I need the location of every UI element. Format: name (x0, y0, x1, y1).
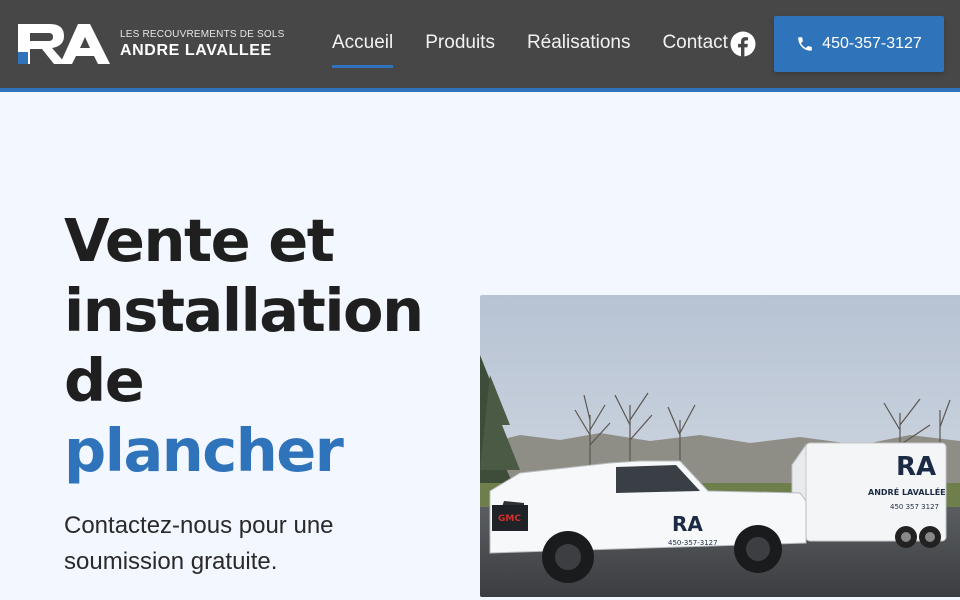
svg-text:GMC: GMC (498, 514, 521, 524)
trailer-phone-text: 450 357 3127 (890, 503, 939, 511)
nav-item-contact[interactable]: Contact (662, 0, 727, 88)
nav-item-realisations[interactable]: Réalisations (527, 0, 631, 88)
site-header: LES RECOUVREMENTS DE SOLS ANDRE LAVALLEE… (0, 0, 960, 88)
phone-number: 450-357-3127 (822, 35, 922, 52)
main-nav: Accueil Produits Réalisations Contact (332, 0, 760, 88)
nav-item-accueil[interactable]: Accueil (332, 0, 394, 88)
svg-text:RA: RA (672, 512, 703, 536)
hero-title-line1: Vente et (64, 206, 335, 275)
hero-photo-truck-trailer: RA ANDRÉ LAVALLÉE 450 357 3127 GMC RA 45… (480, 295, 960, 597)
logo-company-name: ANDRE LAVALLEE (120, 41, 272, 59)
header-accent-line (0, 88, 960, 92)
site-logo[interactable]: LES RECOUVREMENTS DE SOLS ANDRE LAVALLEE (16, 21, 284, 67)
hero-title-line3: de (64, 346, 145, 415)
hero-subtitle: Contactez-nous pour une soumission gratu… (64, 512, 334, 575)
hero-title: Vente et installation de plancher (64, 206, 444, 486)
hero-title-line2: installation (64, 276, 424, 345)
svg-text:RA: RA (896, 452, 936, 482)
nav-item-produits[interactable]: Produits (425, 0, 495, 88)
phone-button[interactable]: 450-357-3127 (774, 16, 944, 72)
trailer-brand-text: ANDRÉ LAVALLÉE (868, 486, 946, 497)
ra-monogram-icon (18, 24, 110, 64)
facebook-icon[interactable] (730, 31, 756, 57)
logo-tagline: LES RECOUVREMENTS DE SOLS (120, 28, 285, 40)
truck-phone-text: 450-357-3127 (668, 539, 718, 547)
hero-title-accent: plancher (64, 416, 344, 485)
phone-icon (798, 37, 812, 51)
